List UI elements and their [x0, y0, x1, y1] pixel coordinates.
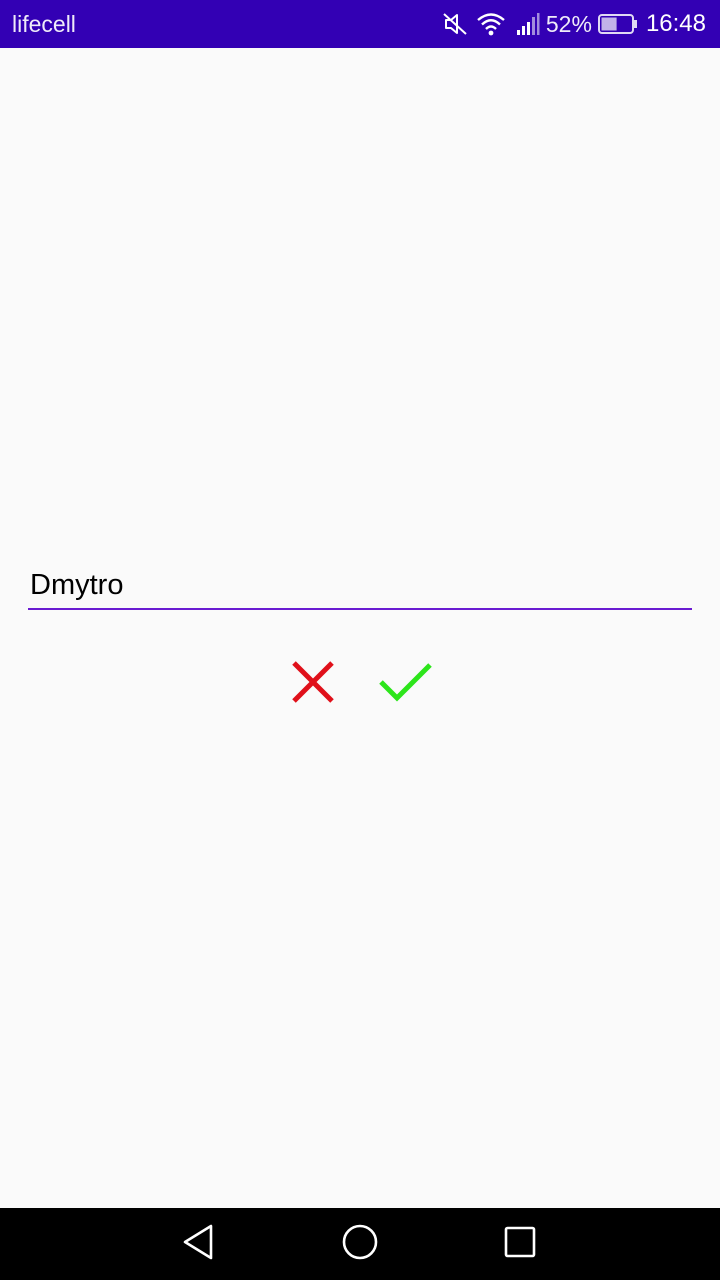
clock: 16:48 [645, 10, 706, 37]
recents-icon[interactable] [500, 1222, 540, 1267]
back-icon[interactable] [180, 1222, 220, 1267]
battery-percent: 52% [545, 10, 592, 37]
wifi-icon [476, 11, 506, 37]
recents-button[interactable] [500, 1224, 540, 1264]
cancel-button[interactable] [284, 656, 342, 712]
carrier-name: lifecell [12, 11, 76, 37]
back-button[interactable] [180, 1224, 220, 1264]
close-icon[interactable] [291, 660, 335, 709]
check-icon[interactable] [378, 660, 434, 709]
main-content: Dmytro [0, 48, 720, 1208]
name-input[interactable]: Dmytro [28, 560, 692, 610]
signal-icon [516, 12, 540, 36]
status-bar: lifecell 52% 16:48 [0, 0, 720, 48]
home-icon[interactable] [340, 1222, 380, 1267]
muted-icon [442, 11, 468, 37]
confirm-button[interactable] [374, 656, 438, 712]
navigation-bar [0, 1208, 720, 1280]
home-button[interactable] [340, 1224, 380, 1264]
status-icons: 52% 16:48 [442, 0, 706, 48]
name-input-value[interactable]: Dmytro [30, 568, 123, 602]
battery-icon [597, 13, 638, 35]
